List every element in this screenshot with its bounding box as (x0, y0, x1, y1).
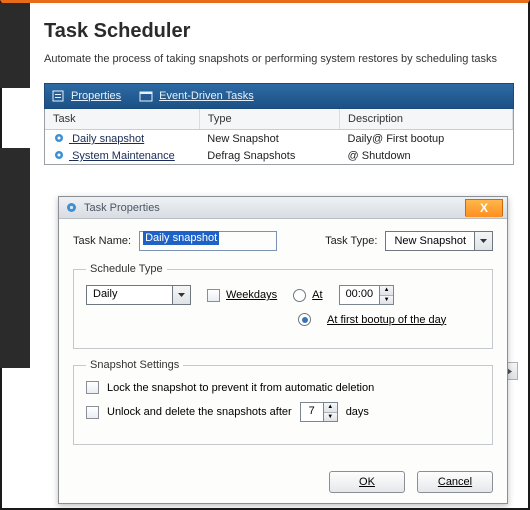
col-type[interactable]: Type (199, 109, 339, 130)
table-row[interactable]: System Maintenance Defrag Snapshots @ Sh… (45, 147, 513, 164)
ok-button[interactable]: OK (329, 471, 405, 493)
cancel-label: Cancel (438, 476, 472, 488)
cell-task: Daily snapshot (72, 133, 144, 145)
chevron-up-icon: ▲ (380, 286, 393, 296)
dialog-title: Task Properties (84, 202, 160, 214)
col-task[interactable]: Task (45, 109, 199, 130)
cancel-button[interactable]: Cancel (417, 471, 493, 493)
dialog-titlebar[interactable]: Task Properties X (59, 197, 507, 219)
left-sidebar-fragment (0, 3, 30, 88)
weekdays-checkbox[interactable] (207, 289, 220, 302)
cell-task: System Maintenance (72, 150, 175, 162)
lock-snapshot-label: Lock the snapshot to prevent it from aut… (107, 382, 374, 394)
cell-type: New Snapshot (199, 130, 339, 148)
at-time-radio[interactable] (293, 289, 306, 302)
tab-event-driven[interactable]: Event-Driven Tasks (139, 89, 254, 103)
gear-icon (53, 132, 65, 144)
unlock-delete-label-post: days (346, 406, 369, 418)
task-type-value: New Snapshot (386, 235, 474, 247)
chevron-down-icon: ▼ (380, 296, 393, 305)
days-spinner[interactable]: 7 ▲▼ (300, 402, 338, 422)
table-row[interactable]: Daily snapshot New Snapshot Daily@ First… (45, 130, 513, 148)
properties-icon (51, 89, 65, 103)
first-bootup-label: At first bootup of the day (327, 314, 446, 326)
close-button[interactable]: X (465, 199, 503, 217)
tab-event-driven-label: Event-Driven Tasks (159, 90, 254, 102)
task-name-label: Task Name: (73, 235, 131, 247)
chevron-down-icon (474, 232, 492, 250)
left-sidebar-fragment (0, 148, 30, 368)
task-type-label: Task Type: (325, 235, 377, 247)
weekdays-label: Weekdays (226, 289, 277, 301)
tab-properties[interactable]: Properties (51, 89, 121, 103)
schedule-frequency-value: Daily (87, 286, 172, 304)
chevron-up-icon: ▲ (324, 403, 337, 413)
task-name-input[interactable]: Daily snapshot (139, 231, 277, 251)
task-name-value: Daily snapshot (143, 231, 219, 245)
event-driven-icon (139, 89, 153, 103)
page-title: Task Scheduler (44, 20, 514, 43)
snapshot-legend: Snapshot Settings (86, 359, 183, 371)
tab-properties-label: Properties (71, 90, 121, 102)
cell-description: Daily@ First bootup (340, 130, 513, 148)
snapshot-settings-group: Snapshot Settings Lock the snapshot to p… (73, 359, 493, 445)
ok-label: OK (359, 476, 375, 488)
unlock-delete-label-pre: Unlock and delete the snapshots after (107, 406, 292, 418)
chevron-down-icon: ▼ (324, 413, 337, 422)
schedule-frequency-select[interactable]: Daily (86, 285, 191, 305)
at-time-value: 00:00 (340, 286, 380, 304)
at-time-label: At (312, 289, 322, 301)
schedule-type-group: Schedule Type Daily Weekdays At 0 (73, 263, 493, 349)
first-bootup-radio[interactable] (298, 313, 311, 326)
task-table: Task Type Description Daily snapshot New… (44, 109, 514, 165)
page-subtitle: Automate the process of taking snapshots… (44, 53, 514, 65)
days-value: 7 (301, 403, 323, 421)
toolbar: Properties Event-Driven Tasks (44, 83, 514, 109)
lock-snapshot-checkbox[interactable] (86, 381, 99, 394)
unlock-delete-checkbox[interactable] (86, 406, 99, 419)
at-time-input[interactable]: 00:00 ▲▼ (339, 285, 395, 305)
close-icon: X (480, 201, 488, 215)
col-description[interactable]: Description (340, 109, 513, 130)
schedule-legend: Schedule Type (86, 263, 167, 275)
chevron-down-icon (172, 286, 190, 304)
gear-icon (53, 149, 65, 161)
gear-icon (65, 201, 78, 214)
task-type-select[interactable]: New Snapshot (385, 231, 493, 251)
cell-description: @ Shutdown (340, 147, 513, 164)
task-properties-dialog: Task Properties X Task Name: Daily snaps… (58, 196, 508, 504)
cell-type: Defrag Snapshots (199, 147, 339, 164)
